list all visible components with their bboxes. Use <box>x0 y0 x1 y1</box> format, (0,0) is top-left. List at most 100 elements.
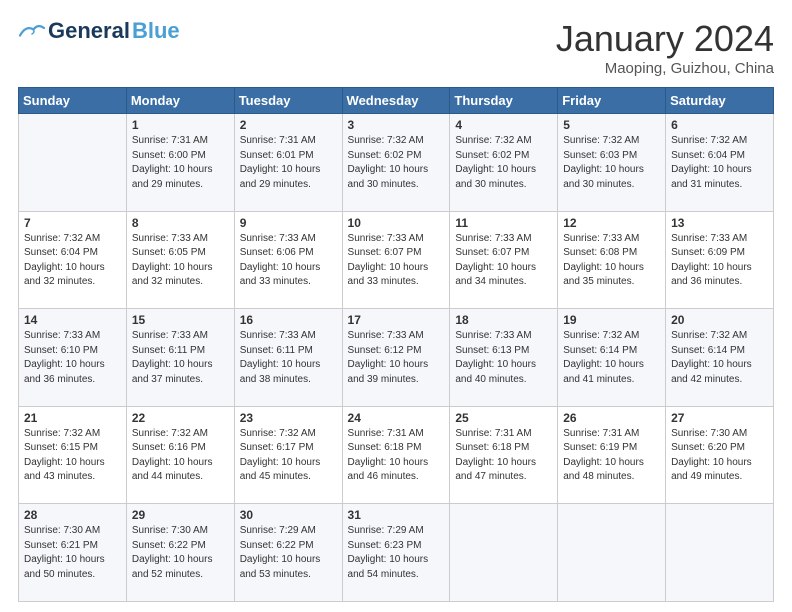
day-info: Sunrise: 7:32 AM Sunset: 6:16 PM Dayligh… <box>132 427 229 485</box>
week-row-1: 7 Sunrise: 7:32 AM Sunset: 6:04 PM Daylig… <box>19 211 774 309</box>
day-info: Sunrise: 7:32 AM Sunset: 6:14 PM Dayligh… <box>671 329 768 387</box>
calendar-cell <box>666 504 774 602</box>
calendar-cell: 27 Sunrise: 7:30 AM Sunset: 6:20 PM Dayli… <box>666 406 774 504</box>
day-info: Sunrise: 7:30 AM Sunset: 6:22 PM Dayligh… <box>132 524 229 582</box>
calendar-cell: 31 Sunrise: 7:29 AM Sunset: 6:23 PM Dayli… <box>342 504 450 602</box>
col-header-thursday: Thursday <box>450 88 558 114</box>
logo: GeneralBlue <box>18 18 180 44</box>
day-info: Sunrise: 7:32 AM Sunset: 6:03 PM Dayligh… <box>563 134 660 192</box>
calendar-cell <box>558 504 666 602</box>
day-info: Sunrise: 7:29 AM Sunset: 6:23 PM Dayligh… <box>348 524 445 582</box>
day-info: Sunrise: 7:30 AM Sunset: 6:21 PM Dayligh… <box>24 524 121 582</box>
day-number: 24 <box>348 411 445 425</box>
day-info: Sunrise: 7:31 AM Sunset: 6:18 PM Dayligh… <box>455 427 552 485</box>
col-header-sunday: Sunday <box>19 88 127 114</box>
calendar-cell: 14Sunrise: 7:33 AM Sunset: 6:10 PM Dayli… <box>19 309 127 407</box>
day-info: Sunrise: 7:32 AM Sunset: 6:04 PM Dayligh… <box>671 134 768 192</box>
calendar-cell: 26 Sunrise: 7:31 AM Sunset: 6:19 PM Dayli… <box>558 406 666 504</box>
calendar-cell: 18 Sunrise: 7:33 AM Sunset: 6:13 PM Dayli… <box>450 309 558 407</box>
calendar-cell: 15 Sunrise: 7:33 AM Sunset: 6:11 PM Dayli… <box>126 309 234 407</box>
day-info: Sunrise: 7:30 AM Sunset: 6:20 PM Dayligh… <box>671 427 768 485</box>
day-number: 31 <box>348 508 445 522</box>
calendar-cell: 17Sunrise: 7:33 AM Sunset: 6:12 PM Dayli… <box>342 309 450 407</box>
day-info: Sunrise: 7:33 AM Sunset: 6:07 PM Dayligh… <box>348 232 445 290</box>
day-info: Sunrise: 7:33 AM Sunset: 6:13 PM Dayligh… <box>455 329 552 387</box>
day-info: Sunrise: 7:31 AM Sunset: 6:19 PM Dayligh… <box>563 427 660 485</box>
bird-icon <box>18 22 46 40</box>
day-number: 29 <box>132 508 229 522</box>
calendar-cell: 2 Sunrise: 7:31 AM Sunset: 6:01 PM Daylig… <box>234 114 342 212</box>
calendar-cell: 9 Sunrise: 7:33 AM Sunset: 6:06 PM Daylig… <box>234 211 342 309</box>
calendar-cell: 11 Sunrise: 7:33 AM Sunset: 6:07 PM Dayli… <box>450 211 558 309</box>
calendar-cell: 22 Sunrise: 7:32 AM Sunset: 6:16 PM Dayli… <box>126 406 234 504</box>
col-header-wednesday: Wednesday <box>342 88 450 114</box>
day-info: Sunrise: 7:32 AM Sunset: 6:14 PM Dayligh… <box>563 329 660 387</box>
day-info: Sunrise: 7:33 AM Sunset: 6:06 PM Dayligh… <box>240 232 337 290</box>
week-row-0: 1 Sunrise: 7:31 AM Sunset: 6:00 PM Daylig… <box>19 114 774 212</box>
calendar-cell: 29 Sunrise: 7:30 AM Sunset: 6:22 PM Dayli… <box>126 504 234 602</box>
day-number: 22 <box>132 411 229 425</box>
day-number: 15 <box>132 313 229 327</box>
week-row-3: 21 Sunrise: 7:32 AM Sunset: 6:15 PM Dayli… <box>19 406 774 504</box>
day-number: 2 <box>240 118 337 132</box>
calendar-table: SundayMondayTuesdayWednesdayThursdayFrid… <box>18 87 774 602</box>
calendar-body: 1 Sunrise: 7:31 AM Sunset: 6:00 PM Daylig… <box>19 114 774 602</box>
day-info: Sunrise: 7:29 AM Sunset: 6:22 PM Dayligh… <box>240 524 337 582</box>
calendar-cell: 20 Sunrise: 7:32 AM Sunset: 6:14 PM Dayli… <box>666 309 774 407</box>
calendar-cell: 30 Sunrise: 7:29 AM Sunset: 6:22 PM Dayli… <box>234 504 342 602</box>
day-number: 20 <box>671 313 768 327</box>
month-title: January 2024 <box>556 18 774 60</box>
calendar-cell: 28 Sunrise: 7:30 AM Sunset: 6:21 PM Dayli… <box>19 504 127 602</box>
col-header-monday: Monday <box>126 88 234 114</box>
day-info: Sunrise: 7:31 AM Sunset: 6:00 PM Dayligh… <box>132 134 229 192</box>
calendar-cell: 3 Sunrise: 7:32 AM Sunset: 6:02 PM Daylig… <box>342 114 450 212</box>
day-number: 4 <box>455 118 552 132</box>
day-info: Sunrise: 7:32 AM Sunset: 6:17 PM Dayligh… <box>240 427 337 485</box>
location: Maoping, Guizhou, China <box>556 60 774 77</box>
day-number: 16 <box>240 313 337 327</box>
day-number: 5 <box>563 118 660 132</box>
page: GeneralBlue January 2024 Maoping, Guizho… <box>0 0 792 612</box>
day-number: 27 <box>671 411 768 425</box>
day-info: Sunrise: 7:32 AM Sunset: 6:15 PM Dayligh… <box>24 427 121 485</box>
calendar-cell: 10 Sunrise: 7:33 AM Sunset: 6:07 PM Dayli… <box>342 211 450 309</box>
calendar-cell <box>450 504 558 602</box>
day-number: 21 <box>24 411 121 425</box>
week-row-4: 28 Sunrise: 7:30 AM Sunset: 6:21 PM Dayli… <box>19 504 774 602</box>
day-number: 7 <box>24 216 121 230</box>
day-info: Sunrise: 7:33 AM Sunset: 6:10 PM Dayligh… <box>24 329 121 387</box>
day-number: 18 <box>455 313 552 327</box>
day-info: Sunrise: 7:32 AM Sunset: 6:02 PM Dayligh… <box>348 134 445 192</box>
logo-blue: Blue <box>132 18 180 44</box>
day-info: Sunrise: 7:33 AM Sunset: 6:07 PM Dayligh… <box>455 232 552 290</box>
calendar-cell: 8Sunrise: 7:33 AM Sunset: 6:05 PM Daylig… <box>126 211 234 309</box>
day-number: 26 <box>563 411 660 425</box>
col-header-friday: Friday <box>558 88 666 114</box>
day-info: Sunrise: 7:31 AM Sunset: 6:18 PM Dayligh… <box>348 427 445 485</box>
week-row-2: 14Sunrise: 7:33 AM Sunset: 6:10 PM Dayli… <box>19 309 774 407</box>
calendar-cell: 25Sunrise: 7:31 AM Sunset: 6:18 PM Dayli… <box>450 406 558 504</box>
day-number: 28 <box>24 508 121 522</box>
calendar-cell <box>19 114 127 212</box>
day-number: 17 <box>348 313 445 327</box>
day-number: 11 <box>455 216 552 230</box>
day-number: 3 <box>348 118 445 132</box>
calendar-header-row: SundayMondayTuesdayWednesdayThursdayFrid… <box>19 88 774 114</box>
day-info: Sunrise: 7:33 AM Sunset: 6:08 PM Dayligh… <box>563 232 660 290</box>
day-info: Sunrise: 7:33 AM Sunset: 6:09 PM Dayligh… <box>671 232 768 290</box>
day-info: Sunrise: 7:31 AM Sunset: 6:01 PM Dayligh… <box>240 134 337 192</box>
title-area: January 2024 Maoping, Guizhou, China <box>556 18 774 77</box>
calendar-cell: 13Sunrise: 7:33 AM Sunset: 6:09 PM Dayli… <box>666 211 774 309</box>
col-header-saturday: Saturday <box>666 88 774 114</box>
day-number: 30 <box>240 508 337 522</box>
day-number: 19 <box>563 313 660 327</box>
calendar-cell: 4Sunrise: 7:32 AM Sunset: 6:02 PM Daylig… <box>450 114 558 212</box>
day-number: 10 <box>348 216 445 230</box>
calendar-cell: 5 Sunrise: 7:32 AM Sunset: 6:03 PM Daylig… <box>558 114 666 212</box>
day-info: Sunrise: 7:33 AM Sunset: 6:11 PM Dayligh… <box>132 329 229 387</box>
col-header-tuesday: Tuesday <box>234 88 342 114</box>
day-info: Sunrise: 7:32 AM Sunset: 6:04 PM Dayligh… <box>24 232 121 290</box>
day-number: 1 <box>132 118 229 132</box>
day-info: Sunrise: 7:33 AM Sunset: 6:05 PM Dayligh… <box>132 232 229 290</box>
day-number: 9 <box>240 216 337 230</box>
